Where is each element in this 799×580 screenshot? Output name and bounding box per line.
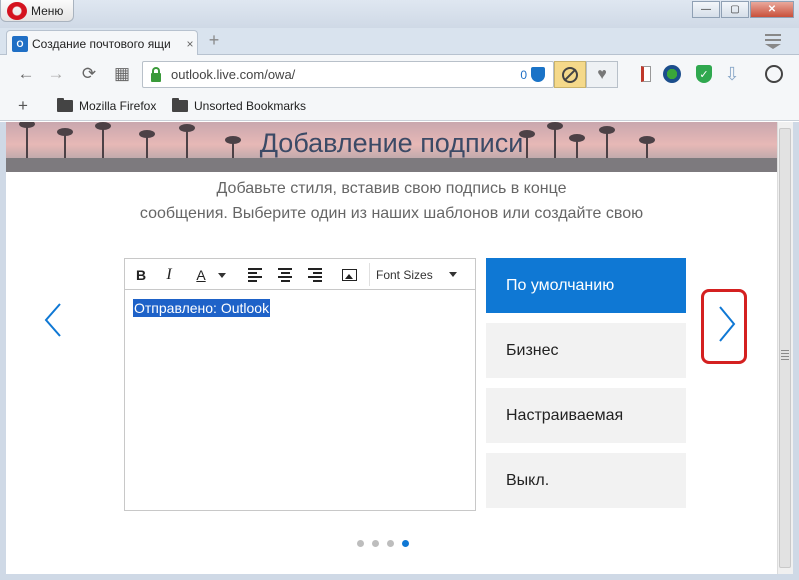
maximize-icon: ▢ <box>730 4 740 15</box>
folder-icon <box>172 98 188 112</box>
page-title: Добавление подписи <box>259 128 524 158</box>
close-icon: ✕ <box>767 4 777 15</box>
window-frame-bottom <box>0 574 799 580</box>
font-size-select[interactable]: Font Sizes <box>369 263 471 286</box>
adblock-shield-icon[interactable] <box>531 67 545 82</box>
url-text[interactable]: outlook.live.com/owa/ <box>171 67 520 82</box>
tab-menu-icon[interactable] <box>765 34 781 49</box>
chevron-right-icon <box>719 306 736 342</box>
bookmark-folder-unsorted[interactable]: Unsorted Bookmarks <box>172 98 307 113</box>
template-option-custom[interactable]: Настраиваемая <box>486 388 686 443</box>
template-label: Настраиваемая <box>506 406 624 424</box>
scrollbar-thumb[interactable] <box>779 128 791 568</box>
download-icon[interactable]: ⇩ <box>722 64 742 84</box>
update-clock-icon[interactable] <box>764 64 784 84</box>
bookmark-ext-icon[interactable] <box>636 64 656 84</box>
speed-dial-icon[interactable]: ▦ <box>112 64 132 84</box>
bookmark-folder-firefox[interactable]: Mozilla Firefox <box>57 98 157 113</box>
tracker-count: 0 <box>520 67 527 82</box>
chevron-down-icon <box>448 272 457 277</box>
heart-icon: ♥ <box>597 65 607 83</box>
pager-dot[interactable] <box>372 540 379 547</box>
align-left-button[interactable] <box>245 265 265 285</box>
align-center-button[interactable] <box>275 265 295 285</box>
minimize-icon: — <box>701 4 711 15</box>
new-tab-button[interactable]: + <box>205 30 223 50</box>
next-arrow-button[interactable] <box>701 289 747 364</box>
pager-dot[interactable] <box>387 540 394 547</box>
template-label: Бизнес <box>506 341 559 359</box>
ad-block-button[interactable] <box>554 61 586 88</box>
pager-dot-active[interactable] <box>402 540 409 547</box>
template-option-business[interactable]: Бизнес <box>486 323 686 378</box>
align-left-icon <box>248 268 262 282</box>
subtitle-line-1: Добавьте стиля, вставив свою подпись в к… <box>216 180 567 197</box>
address-bar[interactable]: outlook.live.com/owa/ 0 <box>142 61 554 88</box>
shield-check-icon[interactable]: ✓ <box>694 64 714 84</box>
tab-title: Создание почтового ящи <box>32 36 171 51</box>
lock-icon <box>151 66 161 82</box>
add-bookmark-button[interactable]: + <box>18 96 28 116</box>
scrollbar-grip-icon <box>781 350 789 360</box>
font-color-button[interactable]: A <box>191 265 211 285</box>
back-button[interactable]: ← <box>16 64 36 84</box>
outlook-favicon-icon: O <box>12 35 28 52</box>
align-center-icon <box>278 268 292 282</box>
reload-button[interactable]: ⟳ <box>79 64 99 84</box>
page-viewport: Добавление подписи Добавьте стиля, встав… <box>6 122 777 574</box>
chevron-left-icon <box>44 303 61 337</box>
opera-logo-icon <box>7 1 27 20</box>
insert-image-button[interactable] <box>339 265 359 285</box>
forward-button[interactable]: → <box>46 64 66 84</box>
header-banner-image: Добавление подписи <box>6 122 777 172</box>
editor-toolbar: B I A Font Sizes <box>125 259 475 290</box>
align-right-button[interactable] <box>305 265 325 285</box>
opera-menu-button[interactable]: Меню <box>0 0 74 22</box>
globe-icon[interactable] <box>662 64 682 84</box>
image-icon <box>341 269 357 281</box>
maximize-button[interactable]: ▢ <box>721 1 749 18</box>
window-frame-right <box>793 122 799 580</box>
tab-outlook[interactable]: O Создание почтового ящи × <box>6 30 198 56</box>
italic-button[interactable]: I <box>159 265 179 285</box>
page-subtitle: Добавьте стиля, вставив свою подпись в к… <box>6 176 777 226</box>
menu-label: Меню <box>31 3 64 18</box>
subtitle-line-2: сообщения. Выберите один из наших шаблон… <box>139 205 644 222</box>
signature-text[interactable]: Отправлено: Outlook <box>133 299 271 317</box>
signature-editor[interactable]: B I A Font Sizes Отправлено: Outlook <box>124 258 476 511</box>
minimize-button[interactable]: — <box>692 1 720 18</box>
align-right-icon <box>308 268 322 282</box>
previous-arrow-button[interactable] <box>42 300 66 340</box>
template-option-default[interactable]: По умолчанию <box>486 258 686 313</box>
stash-button[interactable]: ♥ <box>586 61 618 88</box>
template-option-off[interactable]: Выкл. <box>486 453 686 508</box>
bold-button[interactable]: B <box>131 265 151 285</box>
font-color-dropdown-icon[interactable] <box>217 265 227 285</box>
bookmark-label: Unsorted Bookmarks <box>194 99 307 113</box>
tab-close-icon[interactable]: × <box>183 37 197 51</box>
folder-icon <box>57 98 73 112</box>
template-label: По умолчанию <box>506 276 615 294</box>
title-bar <box>0 0 799 28</box>
pager-dot[interactable] <box>357 540 364 547</box>
template-label: Выкл. <box>506 471 550 489</box>
close-window-button[interactable]: ✕ <box>750 1 794 18</box>
carousel-pager <box>357 540 409 547</box>
block-icon <box>562 66 578 83</box>
bookmark-label: Mozilla Firefox <box>79 99 157 113</box>
font-size-label: Font Sizes <box>376 267 433 282</box>
